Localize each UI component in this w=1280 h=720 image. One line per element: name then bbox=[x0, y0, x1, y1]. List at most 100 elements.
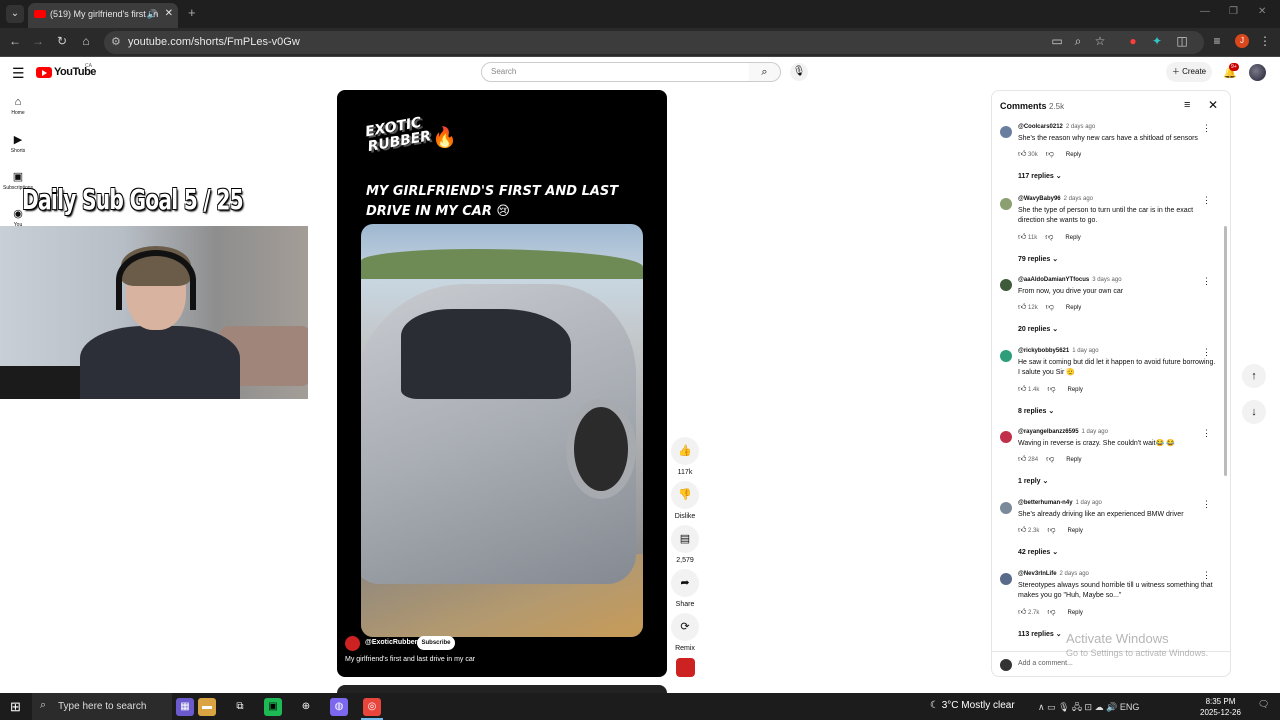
extension-record-icon[interactable]: ● bbox=[1125, 34, 1141, 48]
forward-icon[interactable]: → bbox=[30, 34, 46, 48]
task-view-icon[interactable]: ⧉ bbox=[231, 698, 249, 716]
tab-search-dropdown-icon[interactable]: ⌄ bbox=[6, 5, 24, 23]
chrome-icon[interactable]: ◎ bbox=[363, 698, 381, 716]
comment-dislike-icon[interactable]: 👎︎ bbox=[1047, 525, 1055, 534]
previous-short-button[interactable]: ↑ bbox=[1242, 364, 1266, 388]
view-replies-button[interactable]: 42 replies ⌄ bbox=[1018, 548, 1058, 556]
comment-like-icon[interactable]: 👍︎ bbox=[1018, 607, 1026, 616]
commenter-avatar[interactable] bbox=[1000, 198, 1012, 210]
voice-search-icon[interactable]: 🎙 bbox=[790, 63, 808, 81]
discord-icon[interactable]: ◍ bbox=[330, 698, 348, 716]
channel-avatar[interactable] bbox=[345, 636, 360, 651]
comment-dislike-icon[interactable]: 👎︎ bbox=[1047, 384, 1055, 393]
comment-more-icon[interactable]: ⋮ bbox=[1202, 195, 1211, 206]
comment-author[interactable]: @Coolcars0212 2 days ago bbox=[1018, 124, 1095, 130]
comment-reply-button[interactable]: Reply bbox=[1065, 235, 1080, 241]
add-comment-input[interactable]: Add a comment... bbox=[1018, 660, 1073, 667]
view-replies-button[interactable]: 1 reply ⌄ bbox=[1018, 477, 1048, 485]
windows-start-icon[interactable]: ⊞ bbox=[10, 699, 21, 715]
comment-author-name[interactable]: @Coolcars0212 bbox=[1018, 124, 1063, 130]
comment-author-name[interactable]: @rickybobby5621 bbox=[1018, 348, 1069, 354]
next-short-button[interactable]: ↓ bbox=[1242, 400, 1266, 424]
search-button[interactable]: ⌕ bbox=[749, 62, 781, 82]
comment-more-icon[interactable]: ⋮ bbox=[1202, 570, 1211, 581]
comment-more-icon[interactable]: ⋮ bbox=[1202, 499, 1211, 510]
minimize-icon[interactable]: — bbox=[1200, 6, 1210, 17]
comment-like-icon[interactable]: 👍︎ bbox=[1018, 454, 1026, 463]
remix-button[interactable]: ⟳ Remix bbox=[671, 613, 699, 652]
comment-author-name[interactable]: @rayangelbanzz6595 bbox=[1018, 429, 1079, 435]
site-info-icon[interactable]: ⚙ bbox=[111, 35, 121, 48]
taskbar-app-target-icon[interactable]: ⊕ bbox=[297, 698, 315, 716]
comment-reply-button[interactable]: Reply bbox=[1068, 528, 1083, 534]
like-button[interactable]: 👍 117k bbox=[671, 437, 699, 476]
reading-list-icon[interactable]: ≡ bbox=[1209, 34, 1225, 48]
comment-author-name[interactable]: @WavyBaby96 bbox=[1018, 196, 1061, 202]
commenter-avatar[interactable] bbox=[1000, 502, 1012, 514]
view-replies-button[interactable]: 117 replies ⌄ bbox=[1018, 172, 1062, 180]
comment-like-icon[interactable]: 👍︎ bbox=[1018, 525, 1026, 534]
comment-reply-button[interactable]: Reply bbox=[1066, 457, 1081, 463]
sidebar-item-shorts[interactable]: ▶ Shorts bbox=[0, 133, 36, 154]
commenter-avatar[interactable] bbox=[1000, 573, 1012, 585]
hamburger-menu-icon[interactable]: ☰ bbox=[12, 65, 25, 82]
comment-author[interactable]: @betterhuman-n4y 1 day ago bbox=[1018, 500, 1102, 506]
comment-dislike-icon[interactable]: 👎︎ bbox=[1046, 302, 1054, 311]
shorts-video-player[interactable]: EXOTIC RUBBER 🔥 MY GIRLFRIEND'S FIRST AN… bbox=[337, 90, 667, 677]
taskbar-app-icon[interactable]: ▦ bbox=[176, 698, 194, 716]
zoom-icon[interactable]: ⌕ bbox=[1070, 34, 1086, 49]
comment-reply-button[interactable]: Reply bbox=[1068, 610, 1083, 616]
comment-like-icon[interactable]: 👍︎ bbox=[1018, 149, 1026, 158]
comment-like-icon[interactable]: 👍︎ bbox=[1018, 384, 1026, 393]
comment-author-name[interactable]: @aaAldoDamianYTfocus bbox=[1018, 277, 1089, 283]
sort-icon[interactable]: ≡ bbox=[1184, 99, 1190, 111]
browser-tab-active[interactable]: (519) My girlfriend's first an 🔊 ✕ bbox=[28, 3, 178, 28]
share-button[interactable]: ➦ Share bbox=[671, 569, 699, 608]
comment-more-icon[interactable]: ⋮ bbox=[1202, 123, 1211, 134]
system-tray[interactable]: ∧ ▭ 🎙 🖧 ⊡ ☁ 🔊 ENG bbox=[1038, 700, 1139, 716]
window-close-icon[interactable]: ✕ bbox=[1258, 6, 1266, 17]
bookmark-star-icon[interactable]: ☆ bbox=[1092, 34, 1108, 48]
view-replies-button[interactable]: 8 replies ⌄ bbox=[1018, 407, 1054, 415]
profile-avatar[interactable]: J bbox=[1235, 34, 1249, 48]
comment-dislike-icon[interactable]: 👎︎ bbox=[1046, 149, 1054, 158]
comment-author[interactable]: @rayangelbanzz6595 1 day ago bbox=[1018, 429, 1108, 435]
create-button[interactable]: ＋ Create bbox=[1166, 62, 1212, 82]
sidebar-item-home[interactable]: ⌂ Home bbox=[0, 96, 36, 116]
reload-icon[interactable]: ↻ bbox=[54, 34, 70, 48]
comment-author-name[interactable]: @betterhuman-n4y bbox=[1018, 500, 1073, 506]
home-icon[interactable]: ⌂ bbox=[78, 34, 94, 48]
comment-like-icon[interactable]: 👍︎ bbox=[1018, 302, 1026, 311]
notification-center-icon[interactable]: 🗨 bbox=[1258, 699, 1269, 710]
weather-widget[interactable]: ☾ 3°C Mostly clear bbox=[930, 700, 1015, 711]
comment-reply-button[interactable]: Reply bbox=[1066, 152, 1081, 158]
url-text[interactable]: youtube.com/shorts/FmPLes-v0Gw bbox=[128, 36, 300, 48]
search-input[interactable]: Search bbox=[481, 62, 750, 82]
view-replies-button[interactable]: 79 replies ⌄ bbox=[1018, 255, 1058, 263]
comment-dislike-icon[interactable]: 👎︎ bbox=[1046, 454, 1054, 463]
comment-dislike-icon[interactable]: 👎︎ bbox=[1047, 607, 1055, 616]
comment-reply-button[interactable]: Reply bbox=[1066, 305, 1081, 311]
comment-more-icon[interactable]: ⋮ bbox=[1202, 276, 1211, 287]
close-comments-icon[interactable]: ✕ bbox=[1208, 98, 1218, 112]
file-explorer-icon[interactable]: ▬ bbox=[198, 698, 216, 716]
tab-close-button[interactable]: ✕ bbox=[165, 3, 173, 25]
browser-menu-icon[interactable]: ⋮ bbox=[1257, 34, 1273, 48]
commenter-avatar[interactable] bbox=[1000, 126, 1012, 138]
commenter-avatar[interactable] bbox=[1000, 431, 1012, 443]
dislike-button[interactable]: 👎 Dislike bbox=[671, 481, 699, 520]
comment-reply-button[interactable]: Reply bbox=[1068, 387, 1083, 393]
comments-button[interactable]: ▤ 2,579 bbox=[671, 525, 699, 564]
comment-author[interactable]: @aaAldoDamianYTfocus 3 days ago bbox=[1018, 277, 1122, 283]
account-avatar[interactable] bbox=[1249, 64, 1266, 81]
comment-author-name[interactable]: @Nev3rInLife bbox=[1018, 571, 1057, 577]
language-indicator[interactable]: ENG bbox=[1120, 702, 1140, 712]
taskbar-search[interactable]: ⌕ Type here to search bbox=[32, 693, 172, 720]
comment-more-icon[interactable]: ⋮ bbox=[1202, 428, 1211, 439]
extensions-puzzle-icon[interactable]: ◫ bbox=[1174, 34, 1190, 48]
cast-icon[interactable]: ▭ bbox=[1049, 34, 1065, 48]
youtube-logo-icon[interactable] bbox=[36, 67, 52, 78]
view-replies-button[interactable]: 113 replies ⌄ bbox=[1018, 630, 1062, 638]
tab-audio-icon[interactable]: 🔊 bbox=[147, 3, 158, 25]
maximize-icon[interactable]: ❐ bbox=[1229, 6, 1238, 17]
